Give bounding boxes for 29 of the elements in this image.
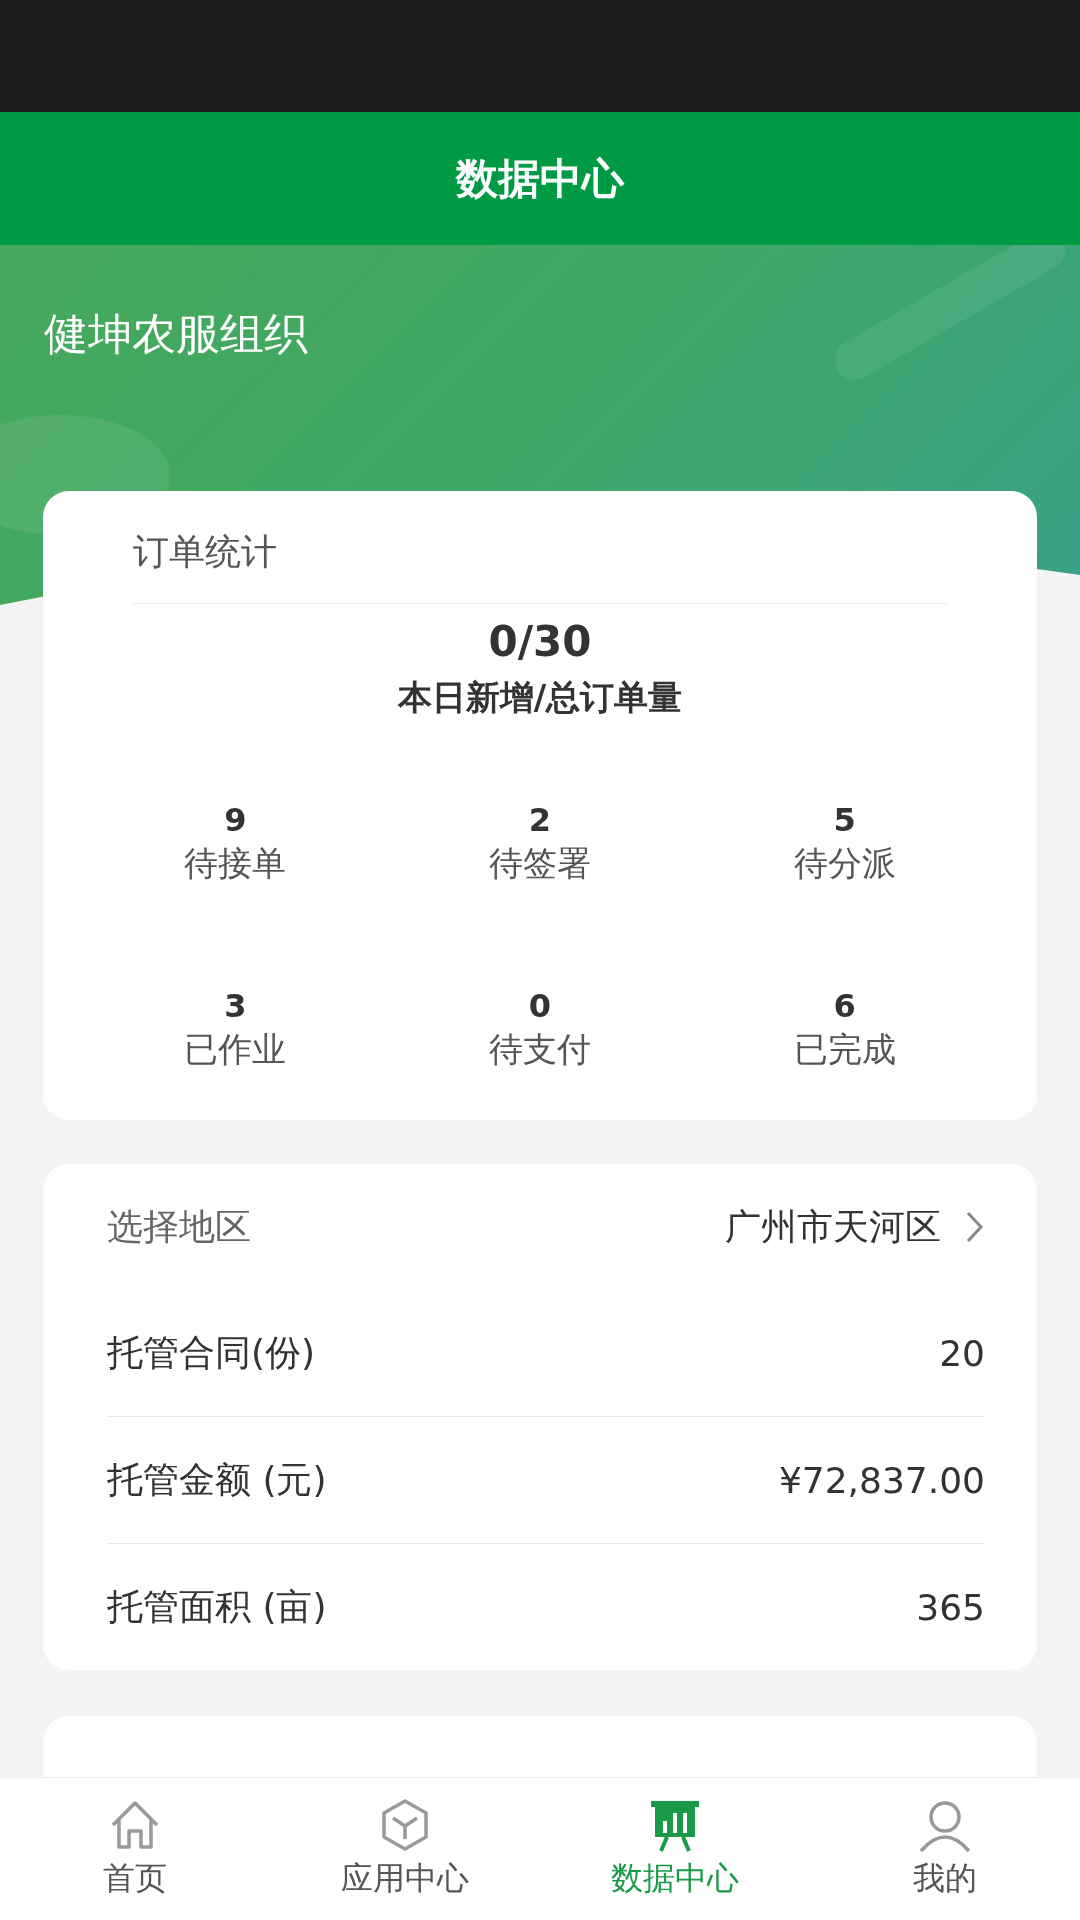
stat-value: 6	[833, 986, 856, 1026]
stat-label: 待支付	[489, 1028, 591, 1071]
stat-value: 0	[528, 986, 552, 1026]
stat-value: 5	[833, 800, 856, 840]
tab-item[interactable]: 首页	[0, 1778, 270, 1920]
tab-item[interactable]: 数据中心	[540, 1778, 810, 1920]
metric-label: 托管合同(份)	[107, 1330, 317, 1375]
page-title: 数据中心	[456, 152, 624, 205]
card-title: 订单统计	[133, 530, 277, 574]
metric-label: 托管金额 (元)	[107, 1457, 328, 1502]
organization-name: 健坤农服组织	[44, 307, 308, 361]
stat-value: 3	[224, 986, 247, 1026]
stat-label: 待分派	[793, 842, 896, 885]
tab-item[interactable]: 应用中心	[270, 1778, 540, 1920]
metric-value: 365	[916, 1586, 985, 1628]
tab-item[interactable]: 我的	[810, 1778, 1080, 1920]
stat-label: 已完成	[793, 1028, 896, 1071]
stat-value: 2	[528, 800, 552, 840]
stat-value: 9	[224, 800, 247, 840]
order-total-value: 0/30	[488, 616, 592, 668]
metric-value: 20	[939, 1332, 985, 1374]
order-total-label: 本日新增/总订单量	[397, 676, 683, 719]
stat-label: 待接单	[184, 842, 287, 885]
chevron-right-icon	[965, 1210, 985, 1244]
metric-value: ¥72,837.00	[778, 1459, 985, 1501]
metric-label: 托管面积 (亩)	[107, 1584, 328, 1629]
region-selector[interactable]: 选择地区 广州市天河区	[107, 1164, 985, 1290]
stat-label: 已作业	[184, 1028, 287, 1071]
stat-label: 待签署	[489, 842, 591, 885]
